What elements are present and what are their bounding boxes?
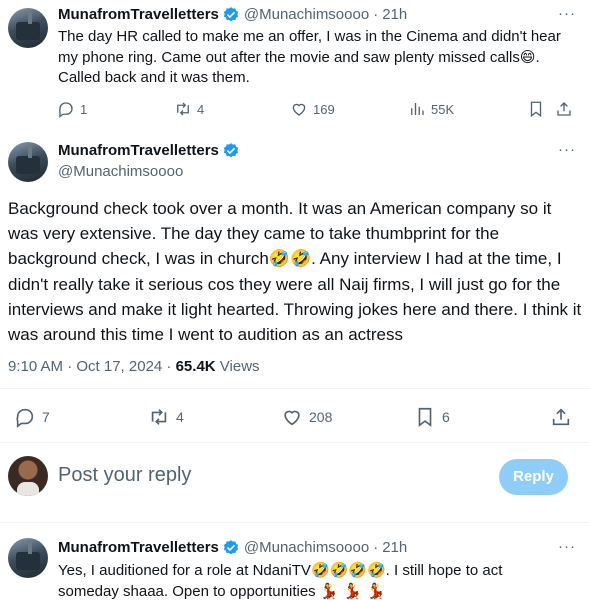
display-name[interactable]: MunafromTravelletters <box>58 141 219 161</box>
repost-icon <box>177 102 189 116</box>
reply-button[interactable]: 1 <box>57 100 87 118</box>
heart-icon <box>292 103 306 116</box>
emoji: 🤣🤣🤣🤣 <box>310 561 386 579</box>
divider <box>0 442 590 443</box>
timestamp[interactable]: 21h <box>382 538 407 558</box>
bookmark-icon <box>530 101 542 118</box>
divider <box>0 522 590 523</box>
share-button[interactable] <box>555 100 573 118</box>
reply-button[interactable]: 7 <box>14 406 50 428</box>
handle[interactable]: @Munachimsoooo <box>244 5 369 25</box>
more-options-icon[interactable]: ··· <box>557 539 577 561</box>
separator: · <box>373 539 379 556</box>
handle[interactable]: @Munachimsoooo <box>244 538 369 558</box>
tweet-meta: 9:10 AM · Oct 17, 2024 · 65.4K Views <box>8 357 260 377</box>
views-label: Views <box>215 358 260 375</box>
verified-badge-icon <box>223 7 239 22</box>
verified-badge-icon <box>223 540 239 555</box>
more-options-icon[interactable]: ··· <box>557 6 577 28</box>
timestamp[interactable]: 21h <box>382 5 407 25</box>
reply-count: 7 <box>42 409 50 425</box>
reply-icon <box>59 102 73 118</box>
tweet-header: MunafromTravelletters @Munachimsoooo · 2… <box>58 5 407 25</box>
repost-count: 4 <box>176 409 184 425</box>
verified-badge-icon <box>223 143 239 158</box>
repost-count: 4 <box>197 101 205 117</box>
tweet-text: Background check took over a month. It w… <box>8 199 582 344</box>
divider <box>0 388 590 389</box>
avatar[interactable] <box>8 142 48 182</box>
view-count: 55K <box>431 101 455 117</box>
views-button[interactable]: 55K <box>408 100 454 118</box>
bookmark-button[interactable] <box>527 100 545 118</box>
tweet-header: MunafromTravelletters <box>58 141 244 161</box>
bookmark-icon <box>418 407 432 427</box>
avatar[interactable] <box>8 8 48 48</box>
more-options-icon[interactable]: ··· <box>557 142 577 164</box>
bookmark-button[interactable]: 6 <box>414 406 450 428</box>
user-avatar[interactable] <box>8 456 48 496</box>
tweet-header: MunafromTravelletters @Munachimsoooo · 2… <box>58 538 407 558</box>
analytics-icon <box>411 103 424 115</box>
share-icon <box>557 102 571 116</box>
like-count: 208 <box>309 409 333 425</box>
handle-row: @Munachimsoooo <box>58 162 183 182</box>
like-button[interactable]: 169 <box>290 100 335 118</box>
timestamp[interactable]: 9:10 AM · Oct 17, 2024 · <box>8 358 176 375</box>
repost-button[interactable]: 4 <box>174 100 204 118</box>
repost-icon <box>151 409 167 425</box>
reply-icon <box>16 408 34 428</box>
tweet-text: The day HR called to make me an offer, I… <box>58 28 561 86</box>
reply-input[interactable]: Post your reply <box>58 464 191 487</box>
dancer-emoji: 💃 💃 💃 <box>319 582 386 600</box>
reply-submit-button[interactable]: Reply <box>499 459 568 495</box>
share-icon <box>552 408 570 426</box>
bookmark-count: 6 <box>442 409 450 425</box>
avatar[interactable] <box>8 538 48 578</box>
display-name[interactable]: MunafromTravelletters <box>58 538 219 558</box>
emoji: 😄 <box>519 48 536 66</box>
separator: · <box>373 6 379 23</box>
handle[interactable]: @Munachimsoooo <box>58 162 183 182</box>
view-count: 65.4K <box>175 358 216 375</box>
like-button[interactable]: 208 <box>281 406 332 428</box>
repost-button[interactable]: 4 <box>148 406 184 428</box>
like-count: 169 <box>313 101 335 117</box>
reply-count: 1 <box>80 101 88 117</box>
share-button[interactable] <box>550 406 572 428</box>
tweet-text: Yes, I auditioned for a role at NdaniTV🤣… <box>58 561 503 600</box>
display-name[interactable]: MunafromTravelletters <box>58 5 219 25</box>
heart-icon <box>284 410 300 426</box>
emoji: 🤣🤣 <box>268 249 312 269</box>
